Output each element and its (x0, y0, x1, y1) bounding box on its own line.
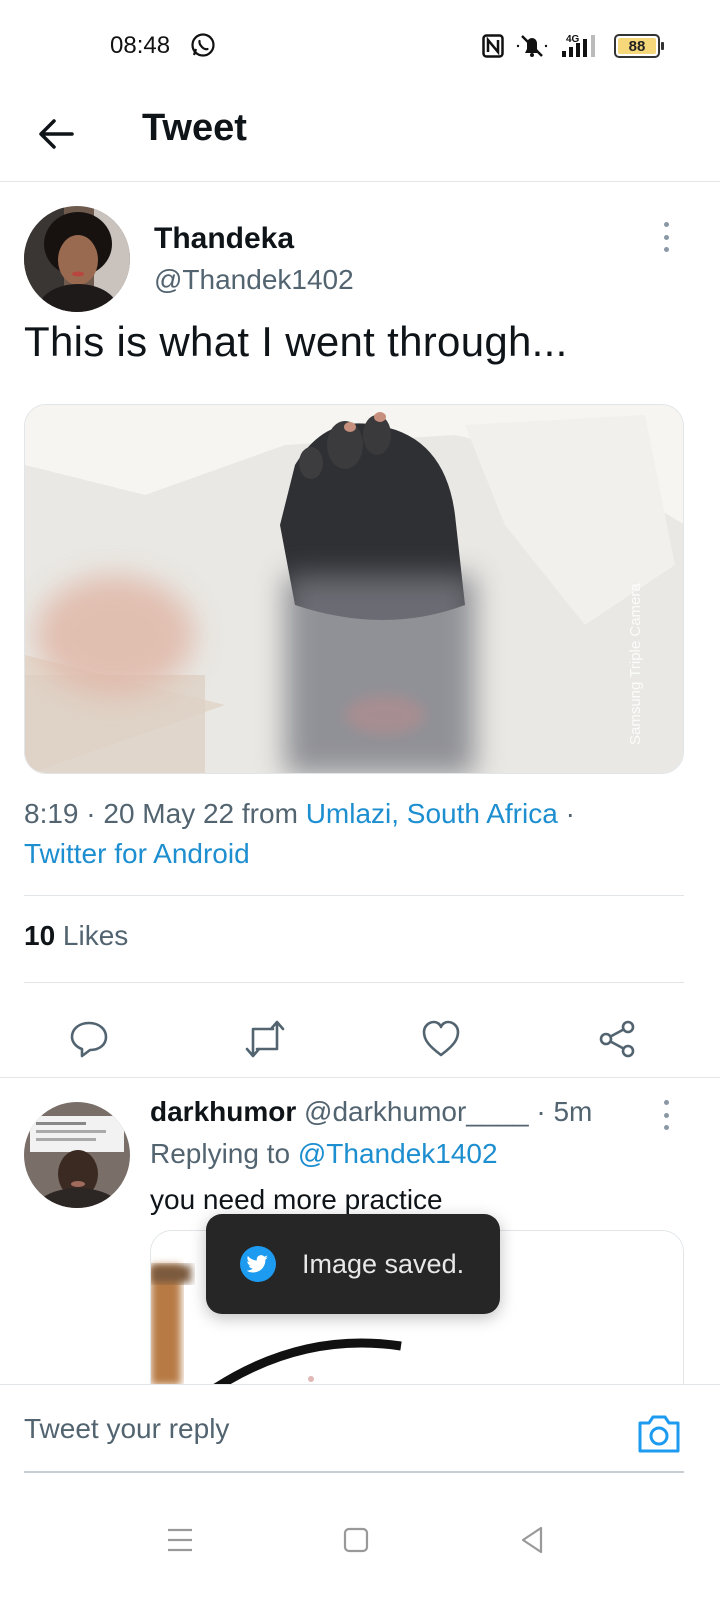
share-button[interactable] (590, 1012, 644, 1066)
divider (24, 895, 684, 896)
like-button[interactable] (414, 1012, 468, 1066)
more-options-icon[interactable] (654, 1100, 678, 1130)
status-time: 08:48 (110, 32, 171, 59)
signal-icon: 4G (562, 34, 595, 57)
reply-author-name[interactable]: darkhumor (150, 1096, 296, 1127)
reply-composer: Tweet your reply (0, 1384, 720, 1474)
likes-count[interactable]: 10 Likes (24, 920, 128, 952)
likes-number: 10 (24, 920, 56, 951)
reply-icon (70, 1021, 108, 1058)
author-avatar[interactable] (24, 206, 130, 312)
triangle-back-icon (521, 1526, 543, 1554)
toast-notification: Image saved. (206, 1214, 500, 1314)
replying-to-label: Replying to (150, 1138, 298, 1169)
app-header: Tweet (0, 92, 720, 182)
reply-avatar[interactable] (24, 1102, 130, 1208)
author-handle[interactable]: @Thandek1402 (154, 264, 354, 296)
twitter-bird-icon (240, 1246, 276, 1282)
battery-level: 88 (618, 38, 656, 55)
more-options-icon[interactable] (654, 222, 678, 252)
from-label: from (234, 798, 306, 829)
reply-button[interactable] (62, 1012, 116, 1066)
tweet-location-link[interactable]: Umlazi, South Africa (306, 798, 558, 829)
whatsapp-icon (191, 33, 215, 57)
meta-separator: · (557, 798, 575, 829)
page-title: Tweet (142, 107, 247, 149)
composer-underline (24, 1471, 684, 1473)
mute-icon (516, 35, 548, 57)
image-watermark: Samsung Triple Camera (627, 583, 644, 745)
status-bar: 08:48 4G 88 (0, 0, 720, 92)
square-icon (343, 1527, 369, 1553)
arrow-left-icon (39, 119, 74, 149)
likes-label: Likes (55, 920, 129, 951)
reply-text: you need more practice (150, 1184, 443, 1215)
retweet-icon (245, 1020, 285, 1058)
tweet-image[interactable]: Samsung Triple Camera (24, 404, 684, 774)
like-icon (422, 1020, 460, 1057)
system-nav-bar (0, 1490, 720, 1600)
reply-time: 5m (553, 1096, 593, 1127)
replying-to: Replying to @Thandek1402 (150, 1138, 498, 1170)
back-nav-button[interactable] (502, 1510, 562, 1570)
status-icons: 4G 88 (482, 31, 664, 61)
author-name[interactable]: Thandeka (154, 222, 294, 256)
replying-to-link[interactable]: @Thandek1402 (298, 1138, 498, 1169)
toast-message: Image saved. (302, 1248, 465, 1279)
recent-apps-button[interactable] (150, 1510, 210, 1570)
reply-input[interactable]: Tweet your reply (24, 1413, 229, 1445)
camera-icon (638, 1415, 680, 1453)
retweet-button[interactable] (238, 1012, 292, 1066)
share-icon (599, 1020, 635, 1058)
nfc-icon (482, 34, 504, 58)
divider (24, 982, 684, 983)
home-button[interactable] (326, 1510, 386, 1570)
battery-icon: 88 (614, 34, 664, 58)
tweet-metadata: 8:19 · 20 May 22 from Umlazi, South Afri… (24, 794, 684, 874)
back-button[interactable] (30, 108, 82, 160)
tweet-timestamp: 8:19 · 20 May 22 (24, 798, 235, 829)
reply-author-handle[interactable]: @darkhumor____ (304, 1096, 529, 1127)
camera-button[interactable] (636, 1411, 682, 1455)
reply-separator: · (528, 1096, 554, 1127)
tweet-source-link[interactable]: Twitter for Android (24, 838, 250, 869)
reply-header: darkhumor @darkhumor____ · 5m (150, 1096, 592, 1128)
tweet-actions (0, 1002, 720, 1074)
tweet-text: This is what I went through... (24, 318, 568, 365)
menu-icon (168, 1528, 192, 1552)
